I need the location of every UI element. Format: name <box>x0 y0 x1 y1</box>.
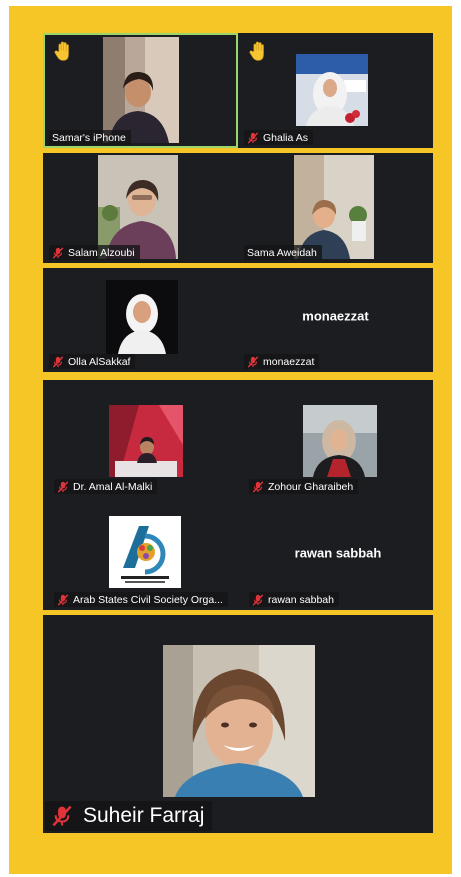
participant-video-arab-states-logo <box>109 516 181 588</box>
microphone-muted-icon <box>247 355 259 368</box>
participant-name: Zohour Gharaibeh <box>268 480 354 493</box>
participant-name: Olla AlSakkaf <box>68 355 131 368</box>
participant-name-tag: Salam Alzoubi <box>49 245 140 260</box>
participant-name: Dr. Amal Al-Malki <box>73 480 153 493</box>
participant-name-tag: Samar's iPhone <box>49 130 131 145</box>
participant-name: Ghalia As <box>263 131 308 144</box>
raised-hand-icon <box>54 41 69 61</box>
participant-name-tag: Suheir Farraj <box>45 801 213 831</box>
participant-name-tag: Zohour Gharaibeh <box>249 479 359 494</box>
participant-name: Sama Aweidah <box>247 246 317 259</box>
participant-tile-suheir[interactable]: Suheir Farraj <box>43 615 433 833</box>
raised-hand-icon <box>249 41 264 61</box>
participant-name: Samar's iPhone <box>52 131 126 144</box>
participant-name: Salam Alzoubi <box>68 246 135 259</box>
participant-name-tag: Olla AlSakkaf <box>49 354 136 369</box>
participant-video-zohour <box>303 405 377 477</box>
participant-video-suheir <box>163 645 315 797</box>
participant-name: monaezzat <box>263 355 315 368</box>
participant-name-tag: Ghalia As <box>244 130 313 145</box>
microphone-muted-icon <box>52 355 64 368</box>
microphone-muted-icon <box>252 480 264 493</box>
participant-name: Arab States Civil Society Orga... <box>73 593 223 606</box>
microphone-muted-icon <box>52 805 72 827</box>
participant-tile-ghalia[interactable]: Ghalia As <box>238 33 433 148</box>
participant-tile-zohour[interactable]: Zohour Gharaibeh <box>243 387 433 497</box>
video-panel-row-3: Olla AlSakkaf monaezzat monaezzat <box>43 268 433 372</box>
participant-video-salam <box>98 155 178 259</box>
participant-tile-monaezzat[interactable]: monaezzat monaezzat <box>238 268 433 372</box>
microphone-muted-icon <box>57 480 69 493</box>
participant-video-sama <box>294 155 374 259</box>
participant-tile-arab-states[interactable]: Arab States Civil Society Orga... <box>48 500 238 610</box>
video-panel-row-2: Salam Alzoubi Sama Aweidah <box>43 153 433 263</box>
participant-display-name: rawan sabbah <box>294 545 382 561</box>
participant-name-tag: monaezzat <box>244 354 320 369</box>
participant-name-tag: Arab States Civil Society Orga... <box>54 592 228 607</box>
participant-name: rawan sabbah <box>268 593 334 606</box>
participant-tile-samar[interactable]: Samar's iPhone <box>43 33 238 148</box>
microphone-muted-icon <box>252 593 264 606</box>
participant-tile-olla[interactable]: Olla AlSakkaf <box>43 268 238 372</box>
participant-tile-salam[interactable]: Salam Alzoubi <box>43 153 238 263</box>
microphone-muted-icon <box>247 131 259 144</box>
participant-video-olla <box>106 280 178 354</box>
participant-name: Suheir Farraj <box>83 804 205 827</box>
participant-video-samar <box>103 37 179 143</box>
participant-name-tag: Dr. Amal Al-Malki <box>54 479 158 494</box>
participant-display-name: monaezzat <box>302 308 369 324</box>
participant-tile-rawan[interactable]: rawan sabbah rawan sabbah <box>243 500 433 610</box>
participant-video-amal <box>109 405 183 477</box>
microphone-muted-icon <box>57 593 69 606</box>
participant-name-tag: rawan sabbah <box>249 592 339 607</box>
participant-tile-sama[interactable]: Sama Aweidah <box>238 153 433 263</box>
participant-tile-amal[interactable]: Dr. Amal Al-Malki <box>48 387 238 497</box>
video-panel-row-1: Samar's iPhone Ghalia As <box>43 33 433 148</box>
video-panel-row-5: Suheir Farraj <box>43 615 433 833</box>
participant-video-ghalia <box>296 54 368 126</box>
microphone-muted-icon <box>52 246 64 259</box>
video-panel-row-4: Dr. Amal Al-Malki Zohour Gharaibeh Arab … <box>43 380 433 610</box>
participant-name-tag: Sama Aweidah <box>244 245 322 260</box>
